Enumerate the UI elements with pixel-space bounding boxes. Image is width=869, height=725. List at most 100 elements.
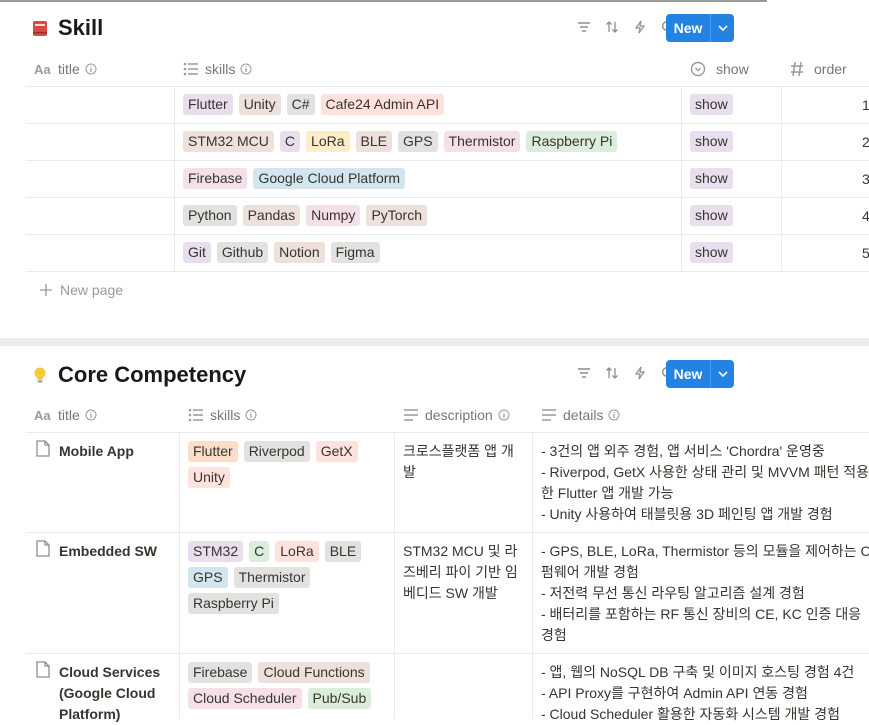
skill-tag[interactable]: Cafe24 Admin API xyxy=(320,94,445,115)
skill-tag[interactable]: C xyxy=(279,131,301,152)
row-title-text: Embedded SW xyxy=(59,541,157,562)
svg-text:Aa: Aa xyxy=(34,408,51,422)
column-header-show[interactable]: show xyxy=(690,52,749,86)
skills-cell[interactable]: Python Pandas Numpy PyTorch xyxy=(183,205,678,226)
skill-tag[interactable]: BLE xyxy=(324,541,362,562)
text-lines-icon xyxy=(541,409,557,421)
show-cell[interactable]: show xyxy=(690,205,739,226)
show-cell[interactable]: show xyxy=(690,94,739,115)
skills-cell[interactable]: STM32 MCU C LoRa BLE GPS Thermistor Raspberry … xyxy=(183,131,678,152)
skill-tag[interactable]: PyTorch xyxy=(366,205,428,226)
skill-tag[interactable]: Github xyxy=(216,242,269,263)
core-db-header: Core Competency xyxy=(30,360,246,390)
info-icon[interactable] xyxy=(608,409,620,421)
status-badge: show xyxy=(690,242,733,263)
skills-cell[interactable]: Firebase Google Cloud Platform xyxy=(183,168,678,189)
details-line: - Cloud Scheduler 활용한 자동화 시스템 개발 경험 xyxy=(541,706,840,722)
show-cell[interactable]: show xyxy=(690,168,739,189)
row-title[interactable]: Embedded SW xyxy=(36,540,176,562)
skill-tag[interactable]: Pandas xyxy=(242,205,301,226)
info-icon[interactable] xyxy=(245,409,257,421)
skill-tag[interactable]: Raspberry Pi xyxy=(526,131,618,152)
page-icon xyxy=(36,540,50,557)
skill-tag[interactable]: Riverpod xyxy=(243,441,310,462)
new-page-button[interactable]: New page xyxy=(40,282,123,298)
skill-tag[interactable]: Numpy xyxy=(306,205,361,226)
multi-select-icon xyxy=(188,408,204,422)
column-header-title[interactable]: Aa title xyxy=(34,52,97,86)
description-line: 즈베리 파이 기반 임 xyxy=(403,564,518,580)
column-header-order[interactable]: order xyxy=(790,52,847,86)
column-header-details[interactable]: details xyxy=(541,398,620,432)
filter-icon[interactable] xyxy=(573,16,595,38)
number-property-icon xyxy=(790,61,804,77)
description-cell[interactable]: 크로스플랫폼 앱 개발 xyxy=(403,441,531,483)
row-title[interactable]: Cloud Services (Google Cloud Platform) xyxy=(36,661,176,725)
db-title[interactable]: Core Competency xyxy=(58,362,246,388)
skills-cell[interactable]: Flutter Unity C# Cafe24 Admin API xyxy=(183,94,678,115)
row-title-line: Embedded SW xyxy=(59,543,158,559)
skill-tag[interactable]: Python xyxy=(183,205,237,226)
skill-tag[interactable]: Firebase xyxy=(183,168,248,189)
skill-tag[interactable]: Firebase xyxy=(188,662,253,683)
skill-tag[interactable]: GPS xyxy=(397,131,438,152)
column-header-skills[interactable]: skills xyxy=(183,52,252,86)
info-icon[interactable] xyxy=(498,409,510,421)
skill-tag[interactable]: LoRa xyxy=(275,541,319,562)
info-icon[interactable] xyxy=(85,63,97,75)
column-header-description[interactable]: description xyxy=(403,398,510,432)
skill-tag[interactable]: Flutter xyxy=(188,441,238,462)
skill-tag[interactable]: Raspberry Pi xyxy=(188,593,279,614)
details-cell[interactable]: - 앱, 웹의 NoSQL DB 구축 및 이미지 호스팅 경험 4건 - API… xyxy=(541,662,869,725)
skills-cell[interactable]: Firebase Cloud Functions Cloud Scheduler Pu… xyxy=(188,662,393,714)
skill-tag[interactable]: GPS xyxy=(188,567,228,588)
skill-tag[interactable]: Unity xyxy=(188,467,230,488)
new-button[interactable]: New xyxy=(666,14,734,42)
details-cell[interactable]: - 3건의 앱 외주 경험, 앱 서비스 'Chordra' 운영중 - Rive… xyxy=(541,441,869,525)
select-property-icon xyxy=(690,61,706,77)
skill-tag[interactable]: Figma xyxy=(330,242,380,263)
column-header-skills[interactable]: skills xyxy=(188,398,257,432)
order-value: 2 xyxy=(862,134,869,150)
skill-tag[interactable]: LoRa xyxy=(306,131,350,152)
skill-tag[interactable]: Git xyxy=(183,242,211,263)
skill-tag[interactable]: Cloud Scheduler xyxy=(188,688,302,709)
skill-tag[interactable]: Unity xyxy=(238,94,281,115)
skill-tag[interactable]: GetX xyxy=(315,441,358,462)
db-title[interactable]: Skill xyxy=(58,15,103,41)
details-cell[interactable]: - GPS, BLE, LoRa, Thermistor 등의 모듈을 제어하는… xyxy=(541,541,869,646)
description-cell[interactable]: STM32 MCU 및 라 즈베리 파이 기반 임 베디드 SW 개발 xyxy=(403,541,531,604)
skill-tag[interactable]: Pub/Sub xyxy=(307,688,372,709)
automation-icon[interactable] xyxy=(629,16,651,38)
info-icon[interactable] xyxy=(85,409,97,421)
info-icon[interactable] xyxy=(240,63,252,75)
automation-icon[interactable] xyxy=(629,362,651,384)
skill-tag[interactable]: Thermistor xyxy=(233,567,311,588)
skill-tag[interactable]: Cloud Functions xyxy=(258,662,370,683)
chevron-down-icon[interactable] xyxy=(711,371,734,377)
skill-tag[interactable]: C xyxy=(249,541,270,562)
filter-icon[interactable] xyxy=(573,362,595,384)
skill-tag[interactable]: Notion xyxy=(274,242,325,263)
skill-tag[interactable]: STM32 MCU xyxy=(183,131,274,152)
sort-icon[interactable] xyxy=(601,16,623,38)
status-badge: show xyxy=(690,94,733,115)
show-cell[interactable]: show xyxy=(690,242,739,263)
chevron-down-icon[interactable] xyxy=(711,25,734,31)
page-icon xyxy=(36,440,50,457)
skill-tag[interactable]: STM32 xyxy=(188,541,244,562)
skills-cell[interactable]: Flutter Riverpod GetX Unity xyxy=(188,441,393,493)
show-cell[interactable]: show xyxy=(690,131,739,152)
section-divider xyxy=(0,338,869,346)
row-title[interactable]: Mobile App xyxy=(36,440,176,462)
column-header-title[interactable]: Aa title xyxy=(34,398,97,432)
skill-tag[interactable]: Google Cloud Platform xyxy=(253,168,406,189)
sort-icon[interactable] xyxy=(601,362,623,384)
skills-cell[interactable]: STM32 C LoRa BLE GPS Thermistor Raspberry Pi xyxy=(188,541,393,619)
new-button[interactable]: New xyxy=(666,360,734,388)
skill-tag[interactable]: C# xyxy=(286,94,315,115)
skill-tag[interactable]: BLE xyxy=(355,131,392,152)
skill-tag[interactable]: Thermistor xyxy=(443,131,521,152)
skills-cell[interactable]: Git Github Notion Figma xyxy=(183,242,678,263)
skill-tag[interactable]: Flutter xyxy=(183,94,233,115)
